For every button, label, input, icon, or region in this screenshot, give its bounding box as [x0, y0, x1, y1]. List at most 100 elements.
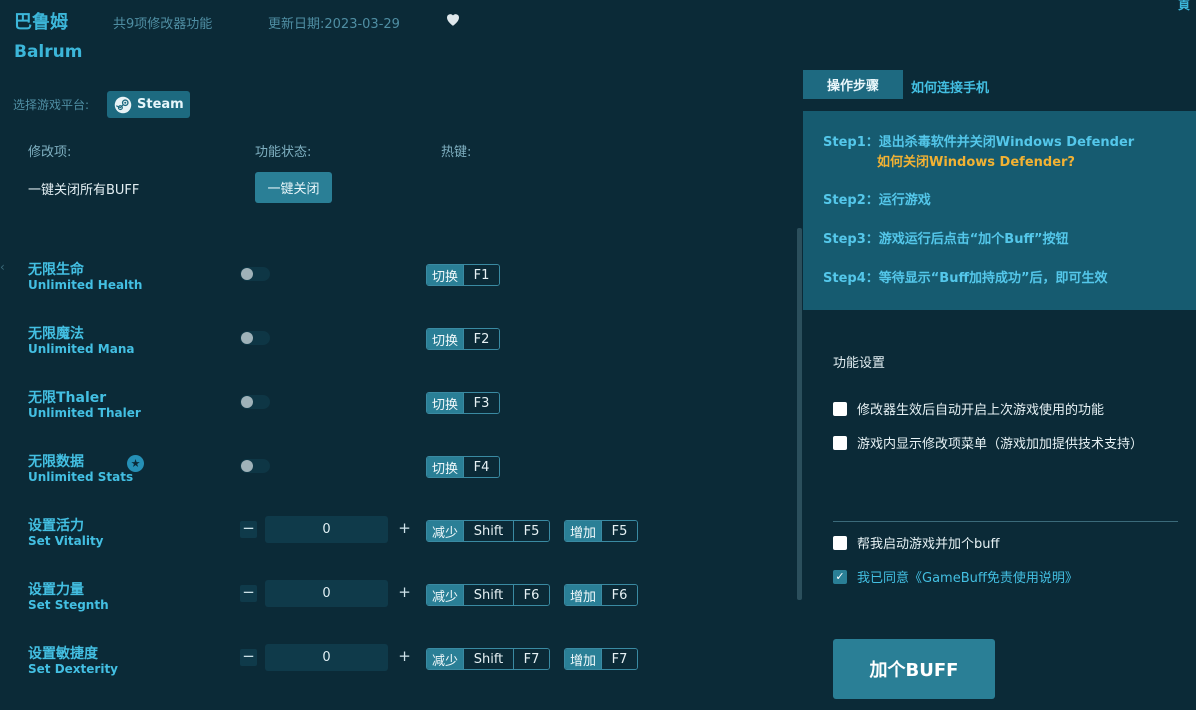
hotkey-key: F6 [601, 585, 638, 605]
hotkey-key: F7 [601, 649, 638, 669]
hotkey-tag: 增加 [565, 585, 602, 605]
hotkey-tag: 切换 [427, 329, 464, 349]
toggle-switch[interactable] [240, 267, 270, 281]
hotkey-key: F3 [463, 393, 500, 413]
defender-help-link[interactable]: 如何关闭Windows Defender? [877, 151, 1075, 170]
step-1: Step1：退出杀毒软件并关闭Windows Defender [823, 135, 1135, 150]
value-input[interactable]: 0 [265, 516, 388, 543]
hotkey-modifier: Shift [463, 585, 514, 605]
hotkey-toggle[interactable]: 切换 F3 [426, 392, 501, 414]
hotkey-tag: 减少 [427, 649, 464, 669]
tab-steps[interactable]: 操作步骤 [803, 70, 903, 99]
hotkey-key: F5 [601, 521, 638, 541]
mod-name-cn: 无限数据 [28, 454, 84, 470]
hotkey-toggle[interactable]: 切换 F1 [426, 264, 501, 286]
mod-name-en: Unlimited Stats [28, 470, 134, 484]
mod-row-dexterity: 设置敏捷度 Set Dexterity − 0 + 减少 Shift F7 增加… [0, 643, 700, 683]
increment-button[interactable]: + [396, 649, 413, 666]
platform-label: 选择游戏平台: [13, 98, 90, 112]
steam-icon [114, 96, 132, 113]
toggle-switch[interactable] [240, 459, 270, 473]
step-2: Step2：运行游戏 [823, 193, 931, 208]
hotkey-key: F5 [513, 521, 550, 541]
value-input[interactable]: 0 [265, 580, 388, 607]
steam-platform-button[interactable]: Steam [107, 91, 190, 118]
mod-name-cn: 设置活力 [28, 518, 84, 534]
toggle-switch[interactable] [240, 331, 270, 345]
mod-name-en: Unlimited Mana [28, 342, 135, 356]
hotkey-tag: 切换 [427, 393, 464, 413]
hotkey-tag: 减少 [427, 521, 464, 541]
mod-row-thaler: 无限Thaler Unlimited Thaler 切换 F3 [0, 387, 700, 427]
hotkey-increase[interactable]: 增加 F5 [564, 520, 639, 542]
all-buff-label: 一键关闭所有BUFF [28, 183, 140, 198]
decrement-button[interactable]: − [240, 649, 257, 666]
divider [833, 521, 1178, 522]
mod-name-en: Set Vitality [28, 534, 104, 548]
mod-name-cn: 设置力量 [28, 582, 84, 598]
hotkey-decrease[interactable]: 减少 Shift F5 [426, 520, 551, 542]
increment-button[interactable]: + [396, 585, 413, 602]
star-icon: ★ [127, 455, 144, 472]
game-title-en: Balrum [14, 42, 83, 62]
increment-button[interactable]: + [396, 521, 413, 538]
settings-title: 功能设置 [833, 356, 886, 371]
setting-label: 帮我启动游戏并加个buff [857, 537, 1000, 552]
hotkey-decrease[interactable]: 减少 Shift F7 [426, 648, 551, 670]
decrement-button[interactable]: − [240, 521, 257, 538]
feature-count: 共9项修改器功能 [113, 17, 213, 32]
hotkey-tag: 增加 [565, 521, 602, 541]
hotkey-tag: 切换 [427, 265, 464, 285]
mod-row-strength: 设置力量 Set Stegnth − 0 + 减少 Shift F6 增加 F6 [0, 579, 700, 619]
hotkey-increase[interactable]: 增加 F6 [564, 584, 639, 606]
hotkey-key: F1 [463, 265, 500, 285]
steam-label: Steam [137, 97, 184, 112]
setting-auto-enable[interactable]: 修改器生效后自动开启上次游戏使用的功能 [833, 399, 1104, 418]
step-3: Step3：游戏运行后点击“加个Buff”按钮 [823, 232, 1069, 247]
hotkey-tag: 增加 [565, 649, 602, 669]
mod-row-stats: 无限数据 Unlimited Stats ★ 切换 F4 [0, 451, 700, 491]
setting-launch-game[interactable]: 帮我启动游戏并加个buff [833, 533, 999, 552]
hotkey-toggle[interactable]: 切换 F4 [426, 456, 501, 478]
hotkey-tag: 减少 [427, 585, 464, 605]
mod-row-vitality: 设置活力 Set Vitality − 0 + 减少 Shift F5 增加 F… [0, 515, 700, 555]
mod-row-health: 无限生命 Unlimited Health 切换 F1 [0, 259, 700, 299]
mod-name-cn: 无限魔法 [28, 326, 84, 342]
close-all-button[interactable]: 一键关闭 [255, 172, 332, 203]
hotkey-decrease[interactable]: 减少 Shift F6 [426, 584, 551, 606]
heart-icon[interactable] [444, 10, 462, 28]
game-title-cn: 巴鲁姆 [14, 12, 68, 33]
decrement-button[interactable]: − [240, 585, 257, 602]
hotkey-key: F6 [513, 585, 550, 605]
steps-panel: Step1：退出杀毒软件并关闭Windows Defender 如何关闭Wind… [803, 111, 1196, 310]
tab-connect-phone[interactable]: 如何连接手机 [911, 77, 989, 96]
mod-name-cn: 无限Thaler [28, 390, 107, 406]
mod-name-cn: 设置敏捷度 [28, 646, 98, 662]
column-mod: 修改项: [28, 145, 72, 160]
agree-terms-link[interactable]: 我已同意《GameBuff免责使用说明》 [857, 567, 1078, 586]
checkbox[interactable] [833, 435, 847, 450]
hotkey-toggle[interactable]: 切换 F2 [426, 328, 501, 350]
hotkey-modifier: Shift [463, 649, 514, 669]
setting-show-menu[interactable]: 游戏内显示修改项菜单（游戏加加提供技术支持） [833, 433, 1143, 452]
value-input[interactable]: 0 [265, 644, 388, 671]
toggle-switch[interactable] [240, 395, 270, 409]
add-buff-button[interactable]: 加个BUFF [833, 639, 995, 699]
mod-name-en: Set Dexterity [28, 662, 118, 676]
mod-row-mana: 无限魔法 Unlimited Mana 切换 F2 [0, 323, 700, 363]
hotkey-increase[interactable]: 增加 F7 [564, 648, 639, 670]
mod-name-cn: 无限生命 [28, 262, 84, 278]
update-date: 更新日期:2023-03-29 [268, 17, 400, 32]
hotkey-key: F7 [513, 649, 550, 669]
hotkey-modifier: Shift [463, 521, 514, 541]
checkbox-checked[interactable]: ✓ [833, 569, 847, 584]
step-4: Step4：等待显示“Buff加持成功”后，即可生效 [823, 271, 1108, 286]
checkbox[interactable] [833, 535, 847, 550]
setting-label: 游戏内显示修改项菜单（游戏加加提供技术支持） [857, 437, 1144, 452]
checkbox[interactable] [833, 401, 847, 416]
hotkey-key: F2 [463, 329, 500, 349]
setting-agree-terms[interactable]: ✓ 我已同意《GameBuff免责使用说明》 [833, 567, 1078, 586]
scrollbar[interactable] [797, 228, 802, 600]
mod-name-en: Unlimited Health [28, 278, 143, 292]
corner-mark: 頁 [1178, 0, 1191, 12]
